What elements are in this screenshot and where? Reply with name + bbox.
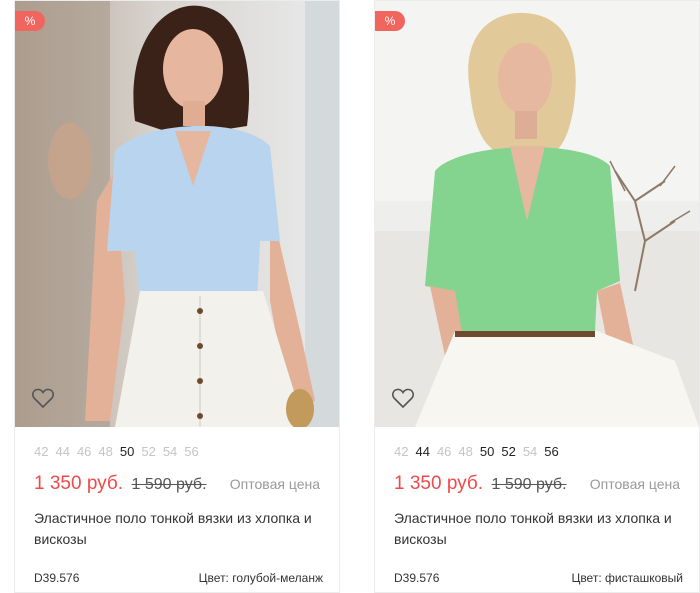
size-option[interactable]: 46 — [437, 444, 451, 459]
current-price: 1 350 руб. — [34, 473, 124, 494]
sale-badge: % — [375, 11, 405, 31]
product-photo[interactable] — [15, 1, 339, 427]
product-photo-image — [15, 1, 339, 427]
product-title[interactable]: Эластичное поло тонкой вязки из хлопка и… — [394, 508, 686, 550]
size-option[interactable]: 56 — [184, 444, 198, 459]
old-price: 1 590 руб. — [131, 476, 207, 493]
size-option[interactable]: 42 — [394, 444, 408, 459]
product-photo[interactable] — [375, 1, 699, 427]
price-type-label: Оптовая цена — [229, 476, 320, 492]
size-option[interactable]: 48 — [98, 444, 112, 459]
price-type-label: Оптовая цена — [589, 476, 680, 492]
size-option[interactable]: 52 — [501, 444, 515, 459]
price-row: 1 350 руб. 1 590 руб. Оптовая цена — [394, 473, 684, 495]
size-option[interactable]: 54 — [523, 444, 537, 459]
product-title[interactable]: Эластичное поло тонкой вязки из хлопка и… — [34, 508, 326, 550]
size-option[interactable]: 50 — [120, 444, 134, 459]
size-option[interactable]: 44 — [55, 444, 69, 459]
size-option[interactable]: 46 — [77, 444, 91, 459]
product-sku: D39.576 — [34, 571, 80, 585]
product-card[interactable]: % 42 44 46 48 50 52 54 56 1 350 руб. 1 590 руб.… — [14, 0, 340, 593]
favorite-heart-icon[interactable] — [31, 387, 55, 409]
old-price: 1 590 руб. — [491, 476, 567, 493]
product-card[interactable]: % 42 44 46 48 50 52 54 56 1 350 руб. 1 590 руб.… — [374, 0, 700, 593]
favorite-heart-icon[interactable] — [391, 387, 415, 409]
size-list: 42 44 46 48 50 52 54 56 — [394, 444, 566, 459]
size-list: 42 44 46 48 50 52 54 56 — [34, 444, 206, 459]
product-color: Цвет: голубой-меланж — [198, 571, 323, 585]
size-option[interactable]: 44 — [415, 444, 429, 459]
size-option[interactable]: 50 — [480, 444, 494, 459]
product-sku: D39.576 — [394, 571, 440, 585]
size-option[interactable]: 56 — [544, 444, 558, 459]
current-price: 1 350 руб. — [394, 473, 484, 494]
size-option[interactable]: 48 — [458, 444, 472, 459]
size-option[interactable]: 54 — [163, 444, 177, 459]
sale-badge: % — [15, 11, 45, 31]
size-option[interactable]: 52 — [141, 444, 155, 459]
size-option[interactable]: 42 — [34, 444, 48, 459]
product-photo-image — [375, 1, 699, 427]
price-row: 1 350 руб. 1 590 руб. Оптовая цена — [34, 473, 324, 495]
product-color: Цвет: фисташковый — [571, 571, 683, 585]
